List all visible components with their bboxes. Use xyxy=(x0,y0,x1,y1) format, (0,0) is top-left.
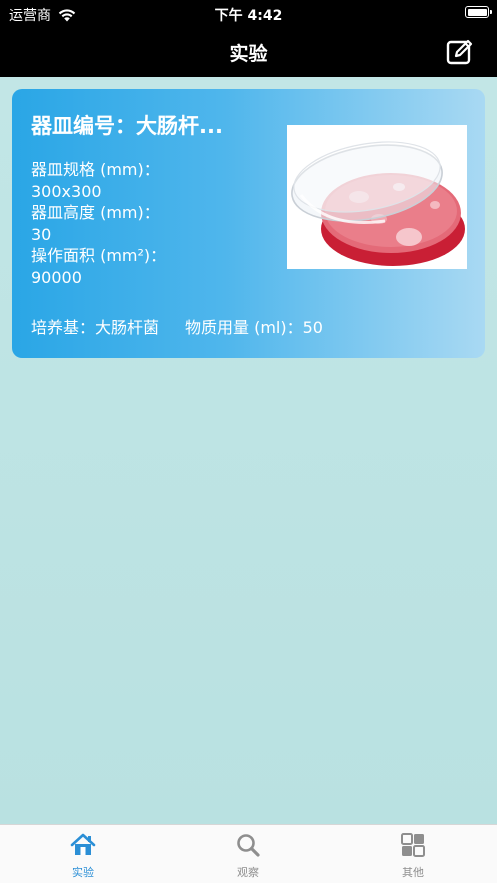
battery-icon xyxy=(465,6,492,18)
tab-other-label: 其他 xyxy=(402,866,424,879)
tab-experiment-label: 实验 xyxy=(72,866,94,879)
area-label: 操作面积 (mm²)： xyxy=(31,246,167,265)
petri-dish-image xyxy=(287,125,467,269)
dish-specs: 器皿规格 (mm)： 300x300 器皿高度 (mm)： 30 操作面积 (m… xyxy=(31,159,166,288)
amount-text: 物质用量 (ml)：50 xyxy=(185,318,323,337)
spec-label: 器皿规格 (mm)： xyxy=(31,160,160,179)
edit-icon[interactable] xyxy=(445,37,475,67)
page-title: 实验 xyxy=(229,43,268,65)
spec-value: 300x300 xyxy=(31,181,102,201)
tab-bar: 实验 观察 其他 xyxy=(0,824,497,883)
area-value: 90000 xyxy=(31,267,82,287)
dish-number: 器皿编号：大肠杆... xyxy=(31,114,223,138)
status-bar: 运营商 下午 4:42 xyxy=(0,0,497,28)
content-area: 器皿编号：大肠杆... 器皿规格 (mm)： 300x300 器皿高度 (mm)… xyxy=(0,77,497,824)
height-value: 30 xyxy=(31,224,52,244)
tab-observe-label: 观察 xyxy=(237,866,259,879)
tab-other[interactable]: 其他 xyxy=(363,831,463,880)
status-time: 下午 4:42 xyxy=(214,8,283,24)
medium-row: 培养基：大肠杆菌 物质用量 (ml)：50 xyxy=(31,314,323,338)
navigation-bar: 实验 xyxy=(0,28,497,77)
tab-observe[interactable]: 观察 xyxy=(198,831,298,880)
height-label: 器皿高度 (mm)： xyxy=(31,203,160,222)
medium-text: 培养基：大肠杆菌 xyxy=(31,318,160,337)
grid-icon xyxy=(401,833,425,857)
tab-experiment[interactable]: 实验 xyxy=(33,831,133,880)
search-icon xyxy=(237,834,260,857)
home-icon xyxy=(70,833,96,855)
dish-card[interactable]: 器皿编号：大肠杆... 器皿规格 (mm)： 300x300 器皿高度 (mm)… xyxy=(12,89,485,358)
